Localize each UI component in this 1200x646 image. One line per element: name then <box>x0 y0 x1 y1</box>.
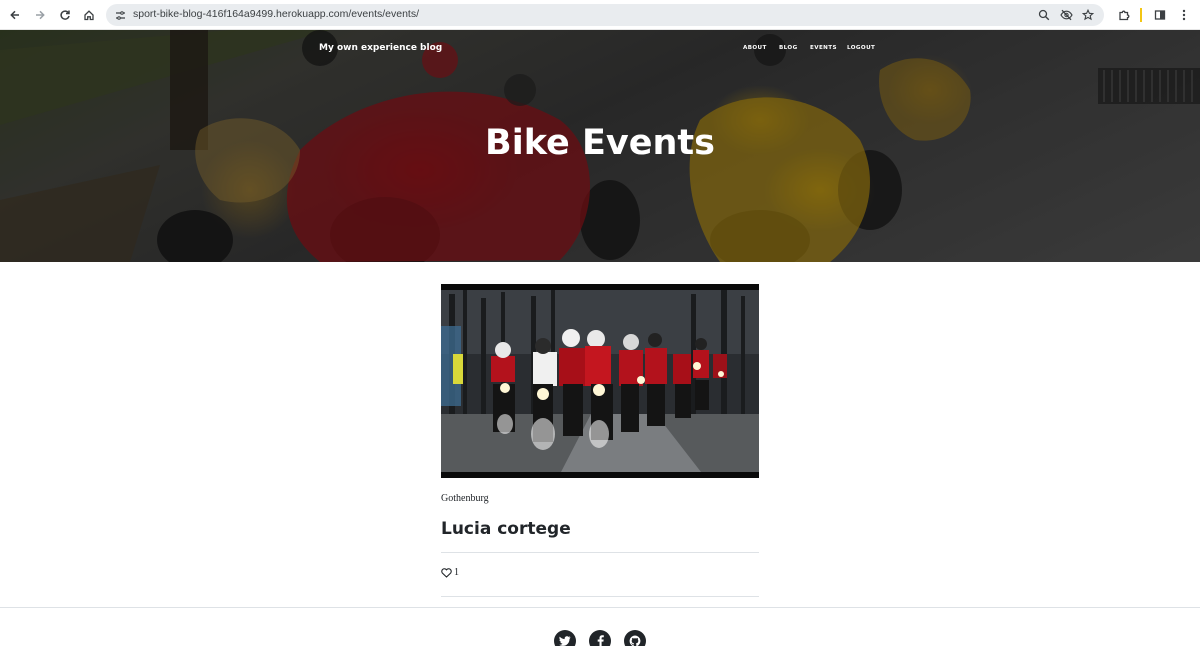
arrow-left-icon[interactable] <box>6 6 24 24</box>
reload-icon[interactable] <box>56 6 74 24</box>
nav-link-events[interactable]: EVENTS <box>810 45 837 51</box>
github-icon[interactable] <box>624 630 646 646</box>
event-likes: 1 <box>441 567 459 578</box>
nav-link-blog[interactable]: BLOG <box>779 45 798 51</box>
eye-off-icon[interactable] <box>1059 8 1073 22</box>
twitter-icon[interactable] <box>554 630 576 646</box>
like-count: 1 <box>454 567 459 578</box>
hero-banner: My own experience blog ABOUT BLOG EVENTS… <box>0 30 1200 262</box>
zoom-icon[interactable] <box>1037 8 1051 22</box>
browser-toolbar: sport-bike-blog-416f164a9499.herokuapp.c… <box>0 0 1200 30</box>
event-title-link[interactable]: Lucia cortege <box>441 519 571 539</box>
home-icon[interactable] <box>80 6 98 24</box>
footer-divider <box>0 607 1200 608</box>
event-location: Gothenburg <box>441 493 489 504</box>
kebab-menu-icon[interactable] <box>1175 6 1193 24</box>
facebook-icon[interactable] <box>589 630 611 646</box>
toolbar-divider <box>1140 8 1142 22</box>
arrow-right-icon[interactable] <box>31 6 49 24</box>
star-icon[interactable] <box>1081 8 1095 22</box>
nav-link-logout[interactable]: LOGOUT <box>847 45 875 51</box>
page-title: Bike Events <box>485 123 715 163</box>
side-panel-icon[interactable] <box>1151 6 1169 24</box>
heart-icon[interactable] <box>441 567 452 578</box>
nav-link-about[interactable]: ABOUT <box>743 45 767 51</box>
event-image[interactable] <box>441 284 759 478</box>
site-brand-link[interactable]: My own experience blog <box>319 43 442 53</box>
address-bar[interactable]: sport-bike-blog-416f164a9499.herokuapp.c… <box>106 4 1104 26</box>
puzzle-icon[interactable] <box>1115 6 1133 24</box>
url-text[interactable]: sport-bike-blog-416f164a9499.herokuapp.c… <box>133 8 419 20</box>
card-divider-bottom <box>441 596 759 597</box>
card-divider-top <box>441 552 759 553</box>
tune-icon[interactable] <box>113 8 127 22</box>
